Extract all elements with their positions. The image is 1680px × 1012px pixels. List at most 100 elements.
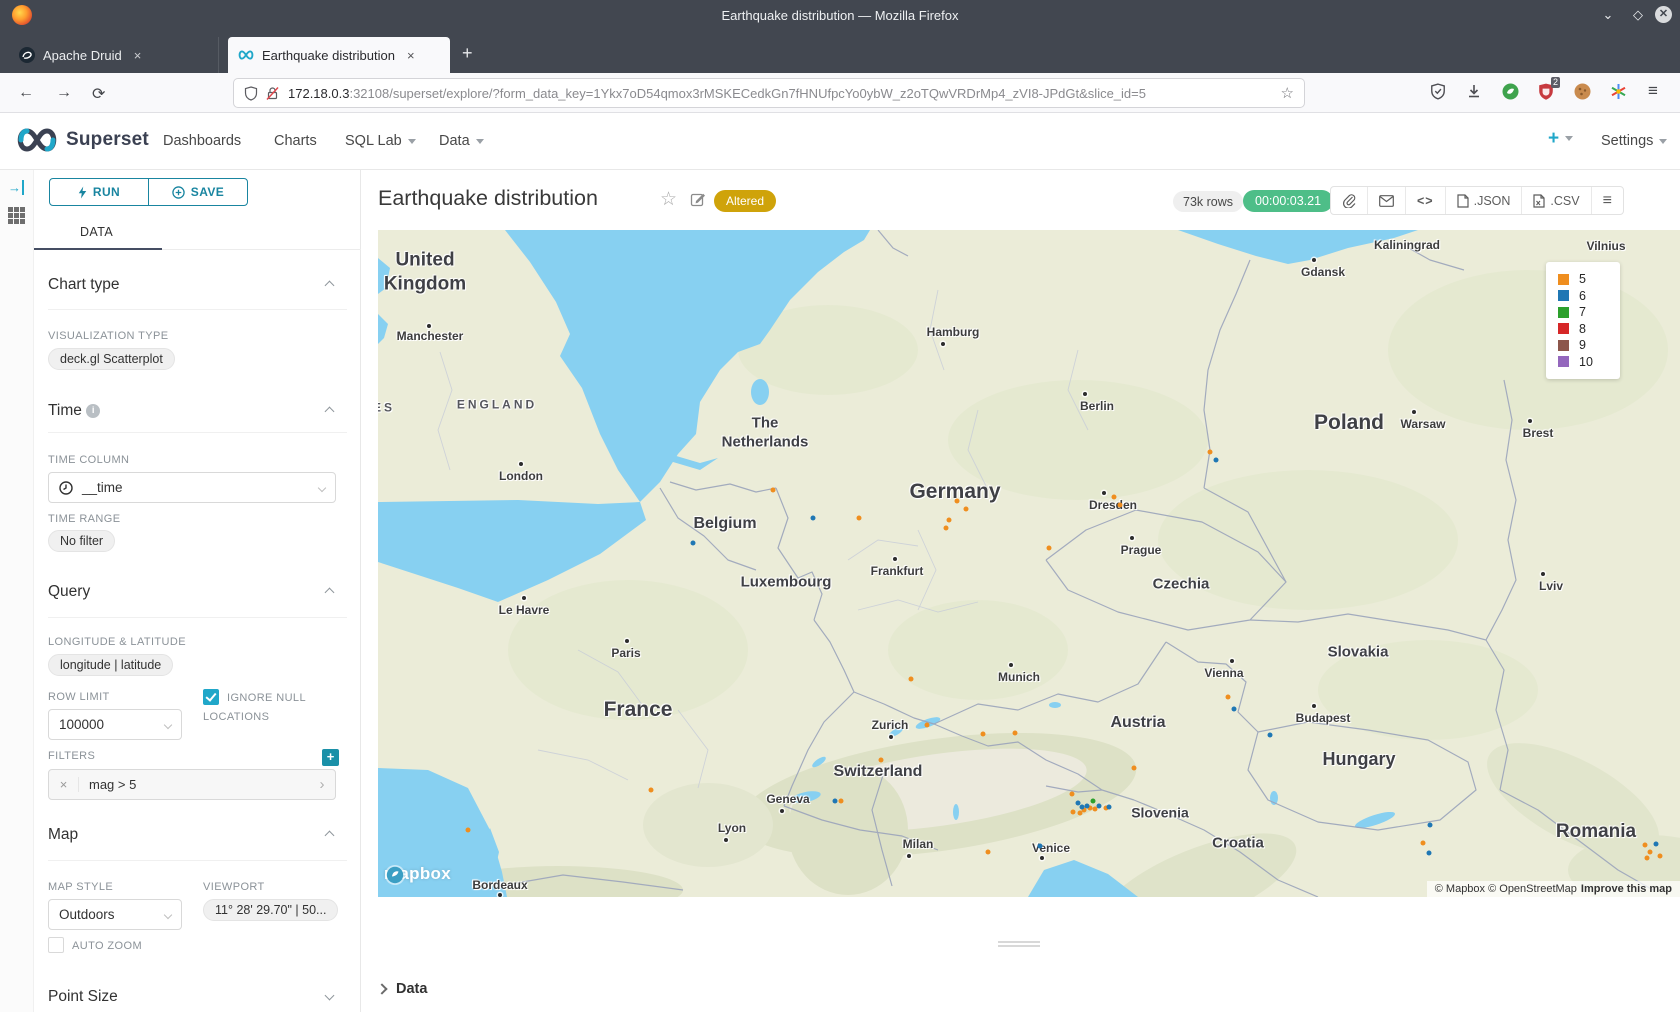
- query-timer-badge: 00:00:03.21: [1243, 190, 1333, 212]
- browser-tab-apache-druid[interactable]: Apache Druid ×: [9, 37, 219, 73]
- section-query[interactable]: Query: [48, 583, 90, 601]
- section-time[interactable]: Time i: [48, 402, 100, 420]
- run-button[interactable]: RUN: [50, 179, 148, 205]
- chart-actions-group: <> .JSON .CSV ≡: [1330, 186, 1624, 215]
- earthquake-point-mag-5: [1078, 811, 1083, 816]
- map-country-label: Romania: [1556, 820, 1636, 844]
- earthquake-point-mag-5: [1132, 766, 1137, 771]
- nav-data[interactable]: Data: [439, 133, 484, 149]
- add-filter-button[interactable]: +: [322, 749, 339, 766]
- downloads-icon[interactable]: [1466, 83, 1482, 101]
- export-csv-button[interactable]: .CSV: [1522, 187, 1591, 214]
- datasource-grid-icon[interactable]: [7, 206, 26, 225]
- filter-chip[interactable]: × mag > 5 ›: [48, 769, 336, 800]
- chevron-up-icon[interactable]: [325, 407, 335, 417]
- brand-name: Superset: [66, 129, 149, 151]
- copy-link-button[interactable]: [1331, 187, 1368, 214]
- insecure-lock-icon[interactable]: [265, 86, 280, 101]
- section-chart-type[interactable]: Chart type: [48, 276, 120, 294]
- browser-menu-icon[interactable]: ≡: [1648, 81, 1658, 101]
- legend-row: 5: [1558, 271, 1620, 288]
- auto-zoom-checkbox[interactable]: [48, 937, 64, 953]
- earthquake-point-mag-5: [466, 828, 471, 833]
- cookie-icon[interactable]: [1574, 83, 1591, 101]
- altered-badge[interactable]: Altered: [714, 190, 776, 212]
- save-button[interactable]: SAVE: [148, 179, 247, 205]
- reload-icon[interactable]: ⟳: [92, 84, 105, 104]
- browser-tab-earthquake-distribution[interactable]: Earthquake distribution ×: [228, 37, 450, 73]
- tab-data[interactable]: DATA: [80, 225, 113, 239]
- bookmark-star-icon[interactable]: ☆: [1281, 84, 1294, 102]
- tab-close-icon[interactable]: ×: [134, 48, 142, 63]
- adblock-shield-icon[interactable]: 2: [1538, 83, 1554, 101]
- mapbox-logo[interactable]: mapbox: [384, 864, 451, 884]
- viewport-value[interactable]: 11° 28' 29.70" | 50...: [203, 899, 338, 921]
- map-city-label: Manchester: [397, 329, 464, 343]
- multiaccount-asterisk-icon[interactable]: [1610, 83, 1627, 101]
- druid-favicon: [19, 47, 35, 63]
- improve-map-link[interactable]: Improve this map: [1581, 883, 1672, 895]
- extension-green-icon[interactable]: [1502, 83, 1519, 101]
- resize-handle[interactable]: [998, 941, 1040, 947]
- section-map[interactable]: Map: [48, 826, 78, 844]
- map-city-label: Gdansk: [1301, 265, 1345, 279]
- section-point-size[interactable]: Point Size: [48, 988, 118, 1006]
- ignore-null-checkbox[interactable]: [203, 689, 219, 705]
- chevron-up-icon[interactable]: [325, 281, 335, 291]
- legend-row: 6: [1558, 288, 1620, 305]
- nav-settings[interactable]: Settings: [1601, 133, 1667, 149]
- email-button[interactable]: [1368, 187, 1406, 214]
- chevron-up-icon[interactable]: [325, 831, 335, 841]
- file-icon: [1457, 194, 1469, 208]
- chevron-right-icon[interactable]: ›: [309, 776, 335, 793]
- url-bar[interactable]: 172.18.0.3:32108/superset/explore/?form_…: [234, 79, 1304, 107]
- minimize-icon[interactable]: ⌄: [1595, 7, 1621, 23]
- chart-menu-icon[interactable]: ≡: [1592, 187, 1623, 214]
- map-country-label: Belgium: [693, 514, 756, 534]
- superset-logo[interactable]: Superset: [16, 127, 149, 153]
- row-limit-select[interactable]: 100000: [48, 709, 182, 740]
- map-country-label: Slovenia: [1131, 804, 1189, 822]
- time-range-value[interactable]: No filter: [48, 530, 115, 552]
- divider: [48, 860, 347, 861]
- map-city-label: Zurich: [872, 718, 909, 732]
- clock-icon: [59, 481, 73, 495]
- chevron-down-icon[interactable]: [325, 991, 335, 1001]
- map-city-label: Brest: [1523, 426, 1554, 440]
- map-city-dot: [724, 838, 728, 842]
- run-save-group: RUN SAVE: [49, 178, 248, 206]
- chevron-up-icon[interactable]: [325, 588, 335, 598]
- time-column-select[interactable]: __time: [48, 472, 336, 503]
- new-tab-button[interactable]: +: [462, 44, 473, 62]
- tab-close-icon[interactable]: ×: [407, 48, 415, 63]
- earthquake-point-mag-5: [925, 723, 930, 728]
- deckgl-scatterplot-map[interactable]: United KingdomENGLANDESThe NetherlandsBe…: [378, 230, 1680, 897]
- protections-shield-icon[interactable]: [1430, 83, 1446, 101]
- edit-title-icon[interactable]: [690, 191, 706, 212]
- ijsselmeer: [751, 379, 769, 405]
- embed-code-button[interactable]: <>: [1406, 187, 1446, 214]
- viz-type-value[interactable]: deck.gl Scatterplot: [48, 348, 175, 370]
- new-item-button[interactable]: +: [1548, 128, 1573, 150]
- nav-dashboards[interactable]: Dashboards: [163, 133, 241, 149]
- maximize-icon[interactable]: ◇: [1625, 7, 1651, 23]
- tracking-shield-icon[interactable]: [244, 86, 258, 101]
- data-panel-header[interactable]: Data: [378, 981, 427, 997]
- map-city-label: Berlin: [1080, 399, 1114, 413]
- map-style-select[interactable]: Outdoors: [48, 899, 182, 930]
- lonlat-value[interactable]: longitude | latitude: [48, 654, 173, 676]
- forward-icon[interactable]: →: [56, 84, 72, 102]
- plus-icon: +: [1548, 128, 1559, 149]
- nav-sql-lab[interactable]: SQL Lab: [345, 133, 416, 149]
- collapse-panel-icon[interactable]: →​: [8, 180, 24, 195]
- url-host: 172.18.0.3: [288, 86, 349, 101]
- remove-filter-icon[interactable]: ×: [49, 777, 79, 792]
- export-json-button[interactable]: .JSON: [1446, 187, 1523, 214]
- back-icon[interactable]: ←: [18, 84, 34, 102]
- chart-title: Earthquake distribution: [378, 186, 598, 211]
- url-text[interactable]: 172.18.0.3:32108/superset/explore/?form_…: [288, 86, 1281, 101]
- favorite-star-icon[interactable]: ☆: [660, 188, 677, 211]
- nav-charts[interactable]: Charts: [274, 133, 317, 149]
- chevron-down-icon: [164, 720, 172, 728]
- close-icon[interactable]: ✕: [1655, 6, 1672, 23]
